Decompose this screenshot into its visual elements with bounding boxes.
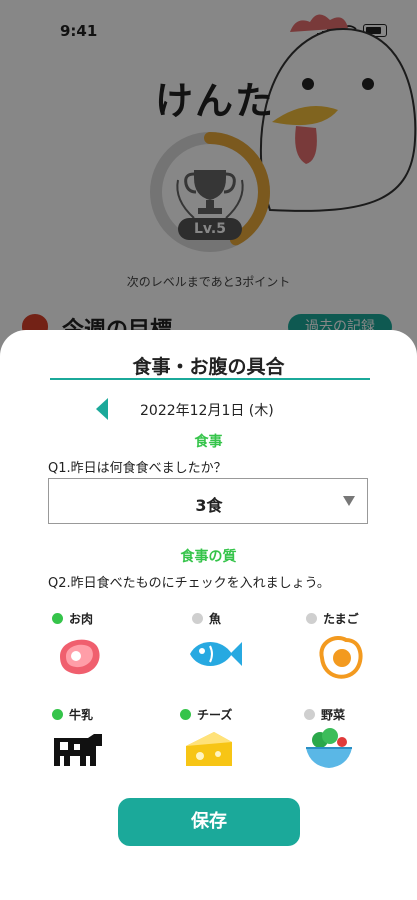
- meat-icon: [60, 639, 100, 675]
- check-dot: [192, 612, 203, 624]
- cheese-icon: [186, 732, 232, 766]
- salad-icon: [306, 728, 352, 768]
- meals-heading: 食事: [194, 434, 223, 450]
- food-label: 野菜: [321, 707, 346, 722]
- food-label: 魚: [209, 611, 222, 626]
- meal-count-value: 3食: [195, 496, 223, 515]
- cow-icon: [54, 734, 102, 766]
- previous-date-arrow-icon[interactable]: [96, 398, 108, 420]
- food-quality-heading: 食事の質: [180, 549, 237, 565]
- meal-count-select[interactable]: 3食: [48, 478, 368, 524]
- food-option-vegetables[interactable]: 野菜: [304, 706, 404, 796]
- food-option-milk[interactable]: 牛乳: [52, 706, 152, 796]
- food-option-cheese[interactable]: チーズ: [180, 706, 280, 796]
- food-label: 牛乳: [69, 707, 94, 722]
- question-1: Q1.昨日は何食食べましたか？: [48, 461, 227, 476]
- meal-condition-sheet: 食事・お腹の具合 2022年12月1日 (木) 食事 Q1.昨日は何食食べました…: [0, 330, 417, 900]
- title-divider: [50, 378, 370, 380]
- save-button[interactable]: 保存: [118, 798, 300, 846]
- check-dot: [52, 708, 63, 720]
- sheet-title: 食事・お腹の具合: [132, 356, 285, 378]
- food-option-egg[interactable]: たまご: [306, 610, 406, 700]
- check-dot: [304, 708, 315, 720]
- food-label: チーズ: [197, 707, 233, 722]
- check-dot: [180, 708, 191, 720]
- fish-icon: [190, 642, 242, 666]
- check-dot: [306, 612, 317, 624]
- caret-down-icon: [343, 496, 355, 506]
- food-label: お肉: [69, 611, 94, 626]
- date-label: 2022年12月1日 (木): [140, 403, 274, 419]
- egg-icon: [319, 636, 363, 679]
- check-dot: [52, 612, 63, 624]
- question-2: Q2.昨日食べたものにチェックを入れましょう。: [48, 576, 330, 591]
- food-option-fish[interactable]: 魚: [190, 610, 292, 700]
- food-label: たまご: [323, 611, 359, 626]
- food-option-meat[interactable]: お肉: [52, 610, 152, 700]
